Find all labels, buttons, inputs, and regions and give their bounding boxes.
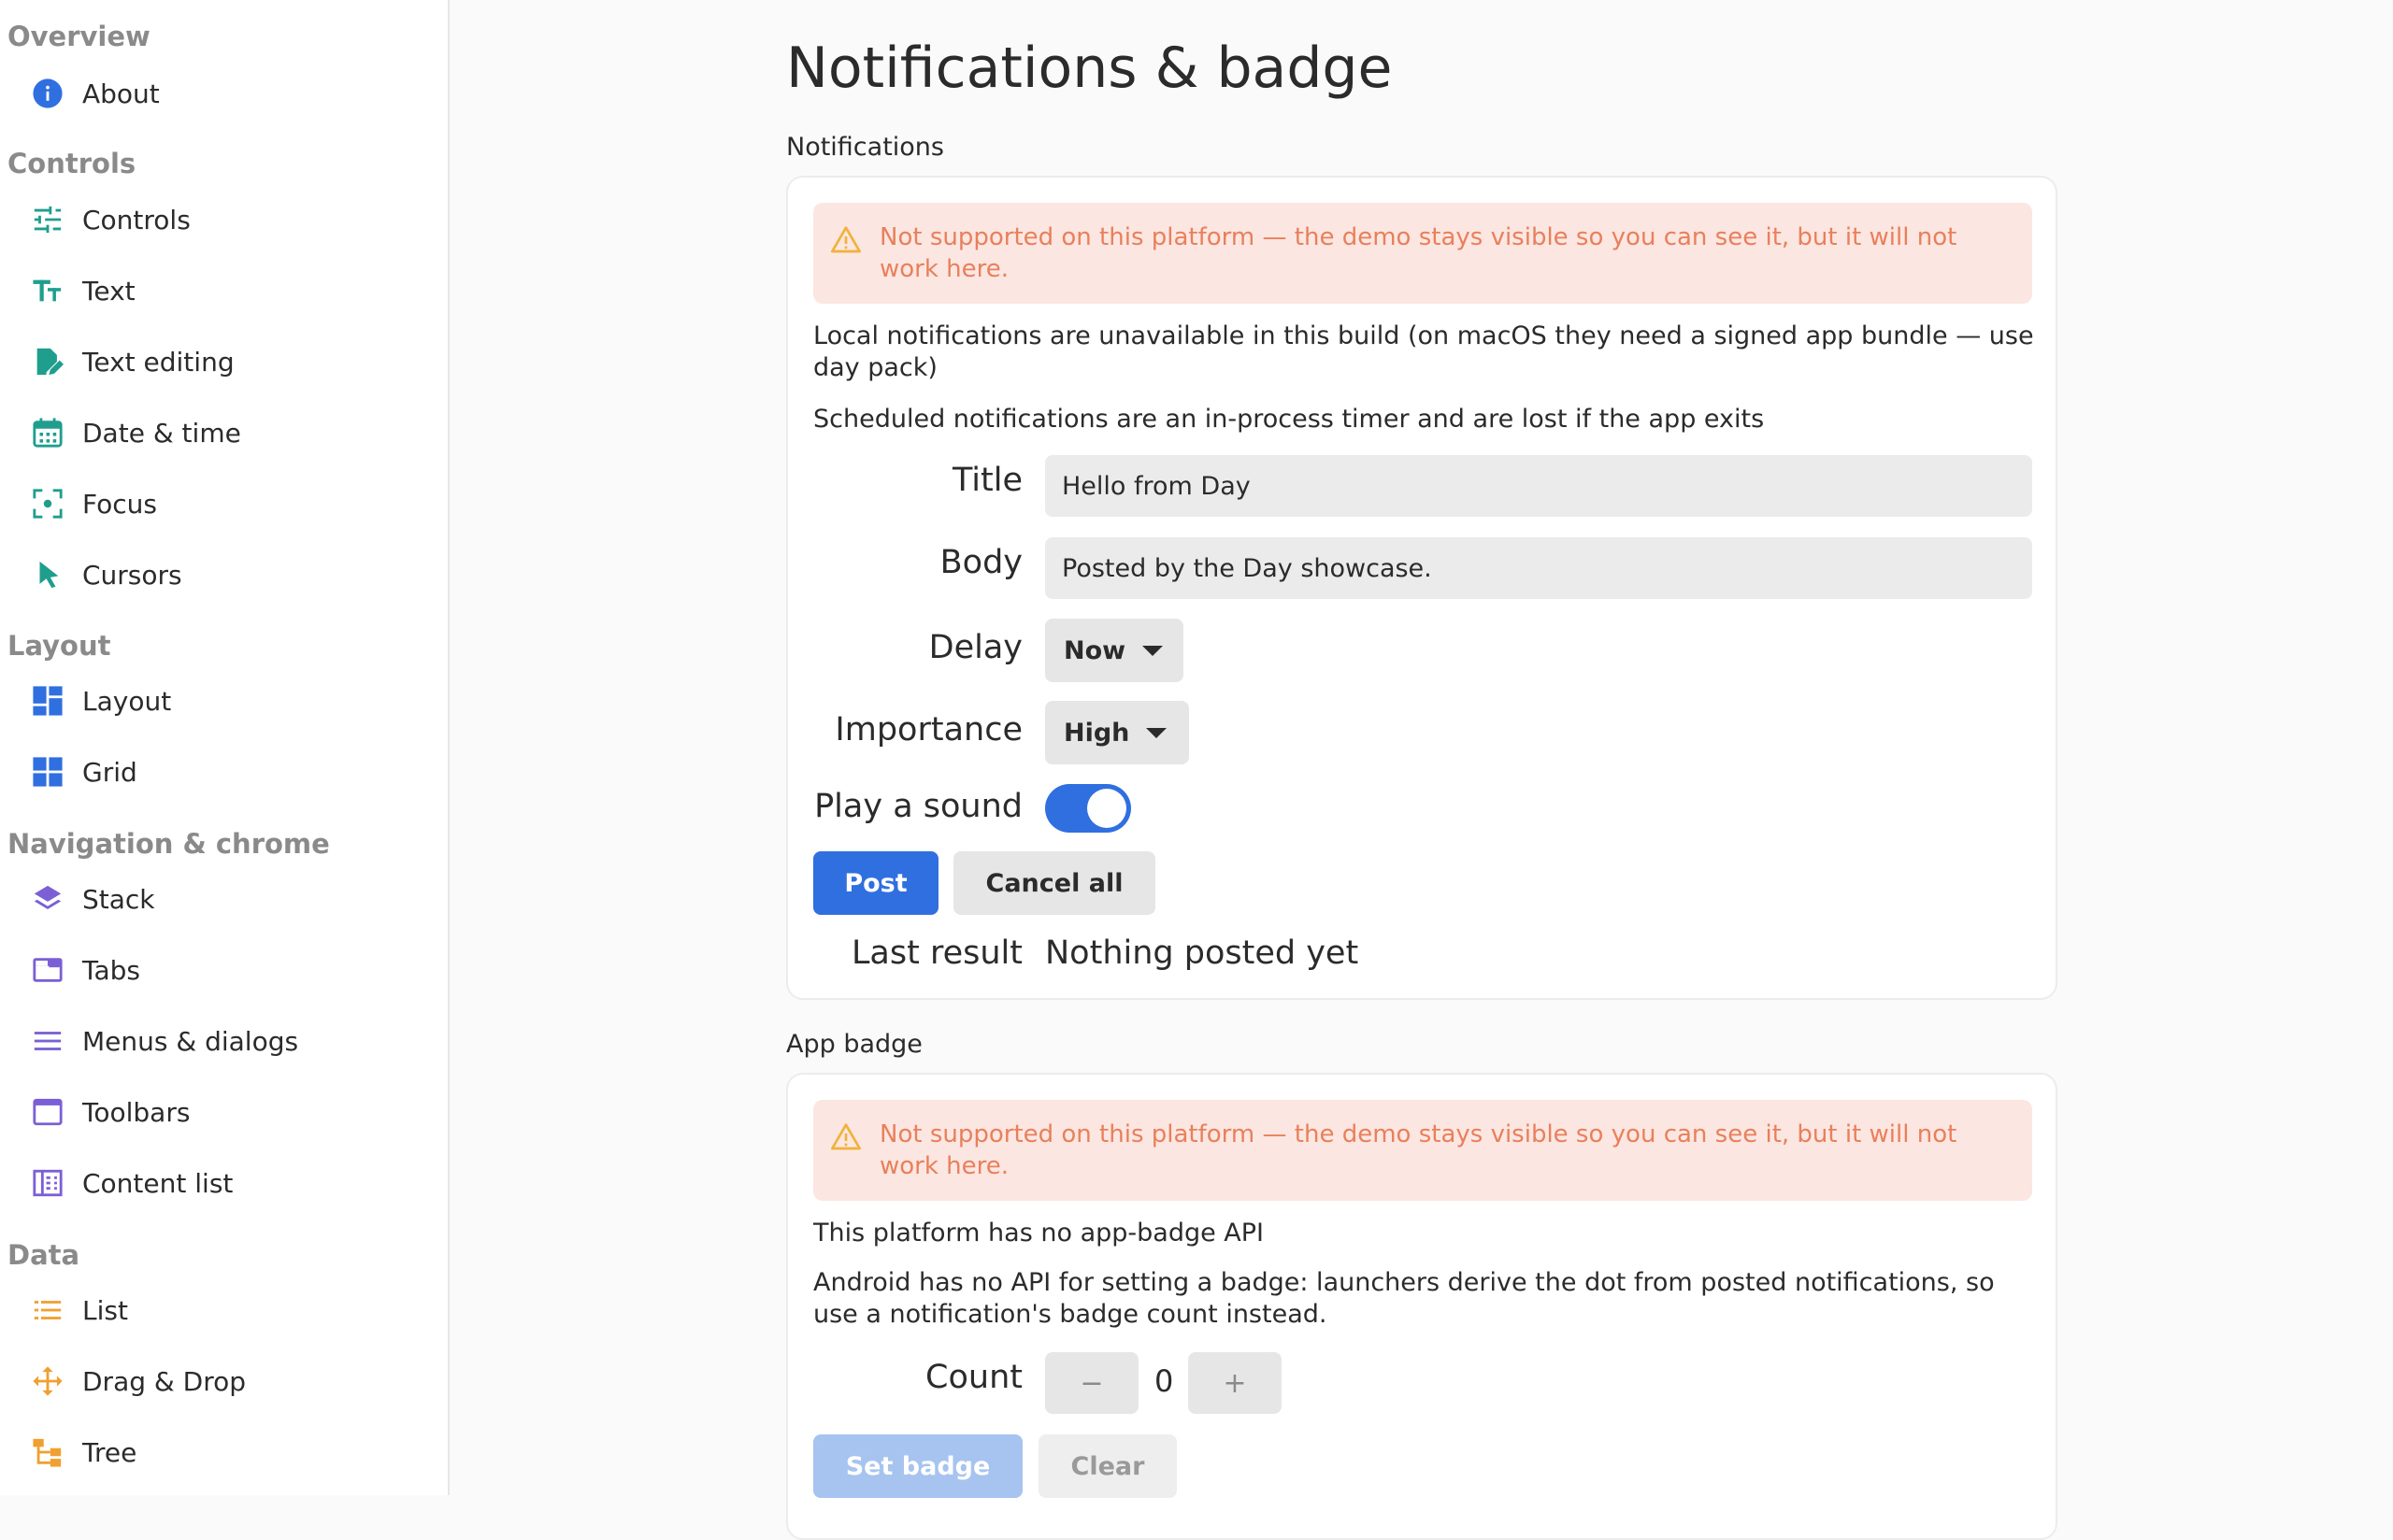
title-input[interactable] bbox=[1045, 455, 2032, 517]
sidebar-section-layout: Layout bbox=[7, 630, 111, 662]
clear-button[interactable]: Clear bbox=[1039, 1434, 1177, 1498]
last-result-value: Nothing posted yet bbox=[1045, 934, 1359, 972]
sidebar-item-label: Date & time bbox=[82, 417, 241, 449]
sidebar-item-controls[interactable]: Controls bbox=[32, 192, 424, 248]
sliders-icon bbox=[32, 204, 64, 235]
sidebar-item-label: Stack bbox=[82, 883, 155, 915]
badge-info-text: This platform has no app-badge API bbox=[813, 1219, 1265, 1248]
sidebar-item-text-editing[interactable]: Text editing bbox=[32, 334, 424, 390]
window-icon bbox=[32, 1096, 64, 1128]
notifications-card: Not supported on this platform — the dem… bbox=[786, 176, 2057, 1000]
sidebar-item-label: Text bbox=[82, 275, 136, 307]
list-icon bbox=[32, 1294, 64, 1326]
last-result-label: Last result bbox=[851, 934, 1023, 972]
sidebar-item-label: About bbox=[82, 78, 160, 109]
sidebar-item-label: Layout bbox=[82, 685, 172, 717]
play-sound-toggle[interactable] bbox=[1045, 784, 1131, 833]
cursor-icon bbox=[32, 559, 64, 591]
sidebar-item-label: Tree bbox=[82, 1436, 137, 1468]
badge-warning-banner: Not supported on this platform — the dem… bbox=[813, 1100, 2032, 1201]
warning-text: Not supported on this platform — the dem… bbox=[880, 223, 1957, 283]
sidebar-item-label: Grid bbox=[82, 756, 137, 788]
focus-icon bbox=[32, 488, 64, 520]
app-badge-card: Not supported on this platform — the dem… bbox=[786, 1073, 2057, 1540]
info-icon bbox=[32, 78, 64, 109]
body-input[interactable] bbox=[1045, 537, 2032, 599]
importance-value: High bbox=[1064, 718, 1130, 748]
delay-value: Now bbox=[1064, 635, 1126, 665]
title-label: Title bbox=[952, 462, 1023, 499]
importance-label: Importance bbox=[835, 711, 1023, 749]
sidebar-item-date-time[interactable]: Date & time bbox=[32, 405, 424, 461]
sidebar-item-tree[interactable]: Tree bbox=[32, 1424, 424, 1480]
post-button[interactable]: Post bbox=[813, 851, 939, 915]
warning-icon bbox=[831, 1123, 861, 1150]
page-title: Notifications & badge bbox=[786, 36, 1393, 101]
warning-text: Not supported on this platform — the dem… bbox=[880, 1120, 1957, 1180]
sidebar-item-label: Drag & Drop bbox=[82, 1365, 246, 1397]
sidebar-item-label: Text editing bbox=[82, 346, 235, 378]
sidebar-item-label: Toolbars bbox=[82, 1096, 191, 1128]
toggle-knob bbox=[1087, 789, 1126, 828]
edit-document-icon bbox=[32, 346, 64, 378]
sidebar-item-label: List bbox=[82, 1294, 128, 1326]
badge-android-note: Android has no API for setting a badge: … bbox=[813, 1268, 1995, 1329]
sidebar-item-stack[interactable]: Stack bbox=[32, 871, 424, 927]
chevron-down-icon bbox=[1142, 645, 1164, 656]
book-icon bbox=[32, 1167, 64, 1199]
notifications-scheduled-note: Scheduled notifications are an in-proces… bbox=[813, 405, 1765, 434]
tab-icon bbox=[32, 954, 64, 986]
sidebar-section-controls: Controls bbox=[7, 148, 136, 179]
grid-icon bbox=[32, 756, 64, 788]
sidebar-item-tabs[interactable]: Tabs bbox=[32, 942, 424, 998]
sidebar: Overview About Controls Controls Text Te… bbox=[0, 0, 450, 1495]
sidebar-item-toolbars[interactable]: Toolbars bbox=[32, 1084, 424, 1140]
layers-icon bbox=[32, 883, 64, 915]
app-badge-section-title: App badge bbox=[786, 1030, 923, 1059]
sidebar-item-label: Tabs bbox=[82, 954, 140, 986]
text-size-icon bbox=[32, 275, 64, 307]
move-icon bbox=[32, 1365, 64, 1397]
sidebar-item-list[interactable]: List bbox=[32, 1282, 424, 1338]
sidebar-item-label: Focus bbox=[82, 488, 157, 520]
delay-dropdown[interactable]: Now bbox=[1045, 619, 1183, 682]
sidebar-item-text[interactable]: Text bbox=[32, 263, 424, 319]
dashboard-icon bbox=[32, 685, 64, 717]
warning-icon bbox=[831, 226, 861, 253]
decrement-button[interactable]: − bbox=[1045, 1352, 1139, 1414]
sidebar-item-drag-drop[interactable]: Drag & Drop bbox=[32, 1353, 424, 1409]
sidebar-item-menus-dialogs[interactable]: Menus & dialogs bbox=[32, 1013, 424, 1069]
notifications-warning-banner: Not supported on this platform — the dem… bbox=[813, 203, 2032, 304]
increment-button[interactable]: + bbox=[1188, 1352, 1282, 1414]
count-value: 0 bbox=[1154, 1363, 1174, 1399]
sidebar-section-navigation: Navigation & chrome bbox=[7, 828, 330, 860]
notifications-section-title: Notifications bbox=[786, 133, 944, 162]
tree-icon bbox=[32, 1436, 64, 1468]
sidebar-item-label: Cursors bbox=[82, 559, 182, 591]
sidebar-section-overview: Overview bbox=[7, 21, 150, 52]
sidebar-item-content-list[interactable]: Content list bbox=[32, 1155, 424, 1211]
chevron-down-icon bbox=[1146, 727, 1168, 738]
set-badge-button[interactable]: Set badge bbox=[813, 1434, 1023, 1498]
sidebar-item-focus[interactable]: Focus bbox=[32, 476, 424, 532]
calendar-icon bbox=[32, 417, 64, 449]
delay-label: Delay bbox=[928, 629, 1023, 666]
sidebar-item-grid[interactable]: Grid bbox=[32, 744, 424, 800]
sidebar-item-label: Controls bbox=[82, 204, 191, 235]
cancel-all-button[interactable]: Cancel all bbox=[953, 851, 1155, 915]
menu-icon bbox=[32, 1025, 64, 1057]
importance-dropdown[interactable]: High bbox=[1045, 701, 1189, 764]
body-label: Body bbox=[939, 544, 1023, 581]
sidebar-section-data: Data bbox=[7, 1239, 80, 1271]
sidebar-item-label: Content list bbox=[82, 1167, 234, 1199]
sidebar-item-label: Menus & dialogs bbox=[82, 1025, 299, 1057]
sidebar-item-cursors[interactable]: Cursors bbox=[32, 547, 424, 603]
count-label: Count bbox=[925, 1359, 1023, 1396]
sidebar-item-about[interactable]: About bbox=[32, 65, 424, 121]
sidebar-item-layout[interactable]: Layout bbox=[32, 673, 424, 729]
notifications-info-text: Local notifications are unavailable in t… bbox=[813, 321, 2034, 382]
play-sound-label: Play a sound bbox=[814, 788, 1023, 825]
